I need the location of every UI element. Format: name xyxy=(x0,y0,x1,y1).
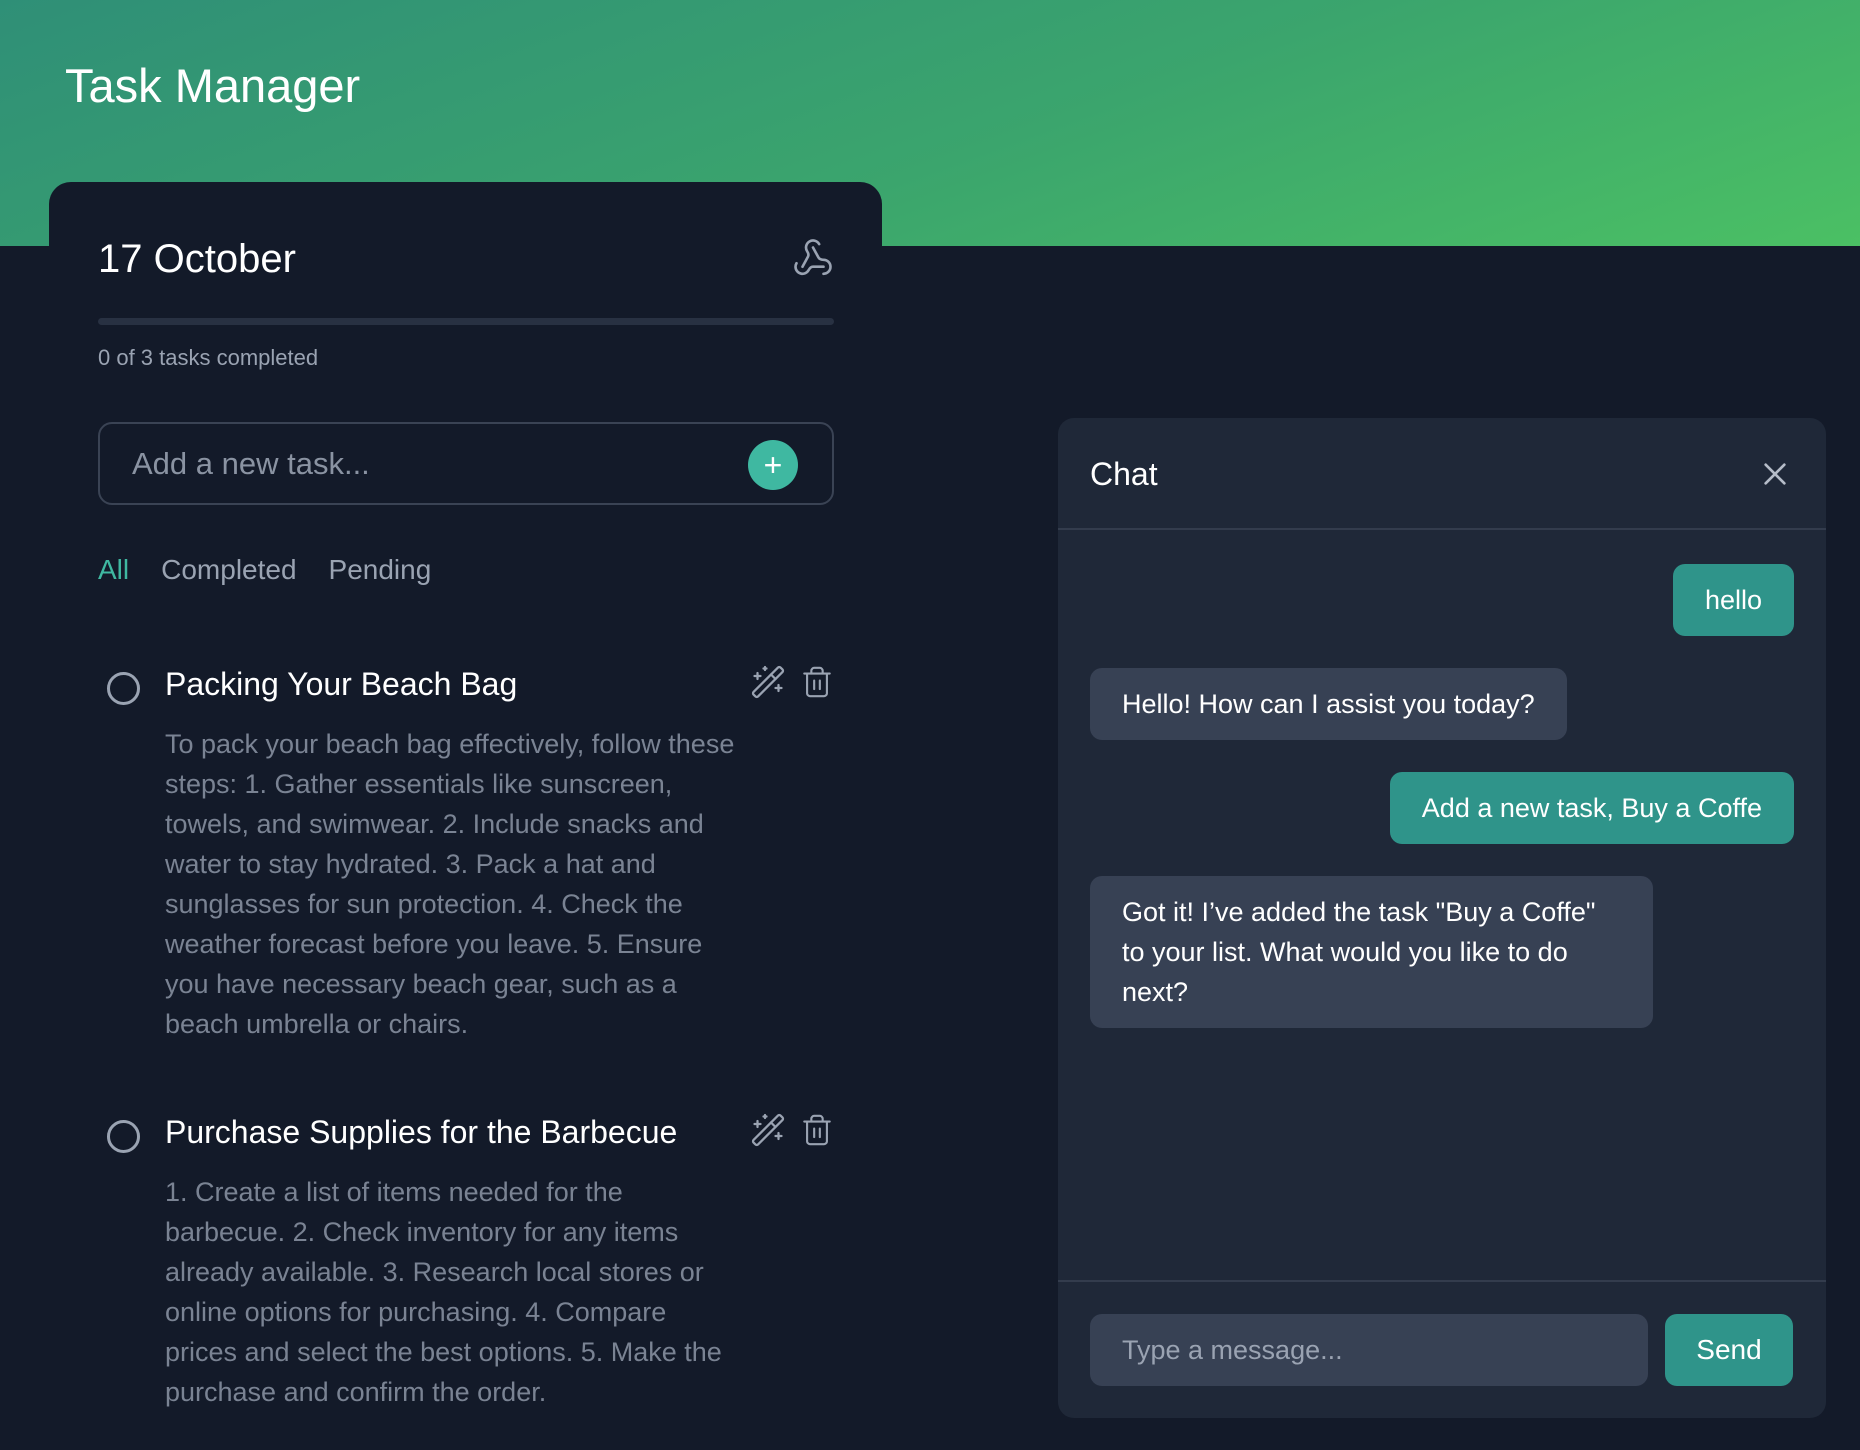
add-task-input[interactable] xyxy=(100,424,720,503)
trash-icon[interactable] xyxy=(800,664,834,700)
chat-message-user: hello xyxy=(1672,564,1794,636)
close-icon[interactable] xyxy=(1759,458,1791,490)
plus-icon: + xyxy=(763,447,783,483)
filter-tabs: All Completed Pending xyxy=(98,554,431,586)
filter-tab-pending[interactable]: Pending xyxy=(329,554,432,586)
task-panel: 17 October 0 of 3 tasks completed + All … xyxy=(49,182,882,1450)
webhook-icon[interactable] xyxy=(792,237,834,279)
add-task-field: + xyxy=(98,422,834,505)
task-title: Purchase Supplies for the Barbecue xyxy=(165,1114,678,1150)
magic-wand-icon[interactable] xyxy=(750,664,786,700)
app-title: Task Manager xyxy=(65,59,361,112)
magic-wand-icon[interactable] xyxy=(750,1112,786,1148)
task-checkbox[interactable] xyxy=(107,672,140,705)
add-task-button[interactable]: + xyxy=(748,440,798,490)
task-title: Packing Your Beach Bag xyxy=(165,666,518,702)
send-button[interactable]: Send xyxy=(1665,1314,1793,1386)
task-description: 1. Create a list of items needed for the… xyxy=(165,1177,722,1407)
chat-header: Chat xyxy=(1058,418,1826,530)
chat-message-bot: Hello! How can I assist you today? xyxy=(1090,668,1567,740)
progress-bar xyxy=(98,318,834,325)
filter-tab-completed[interactable]: Completed xyxy=(161,554,296,586)
chat-message-bot: Got it! I’ve added the task "Buy a Coffe… xyxy=(1090,876,1653,1028)
filter-tab-all[interactable]: All xyxy=(98,554,129,586)
chat-footer: Send xyxy=(1058,1280,1826,1418)
chat-message-user: Add a new task, Buy a Coffe xyxy=(1389,772,1794,844)
date-title: 17 October xyxy=(98,237,296,281)
trash-icon[interactable] xyxy=(800,1112,834,1148)
chat-title: Chat xyxy=(1090,456,1158,492)
task-checkbox[interactable] xyxy=(107,1120,140,1153)
chat-panel: Chat hello Hello! How can I assist you t… xyxy=(1058,418,1826,1418)
progress-text: 0 of 3 tasks completed xyxy=(98,345,319,370)
task-description: To pack your beach bag effectively, foll… xyxy=(165,729,735,1039)
chat-message-input[interactable] xyxy=(1090,1314,1648,1386)
